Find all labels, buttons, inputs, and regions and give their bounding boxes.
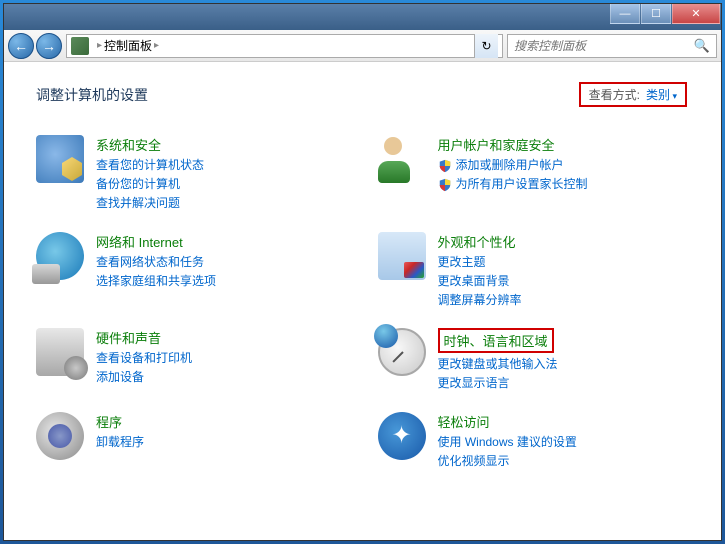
ease-access-icon[interactable] [378, 412, 426, 460]
content-area: 调整计算机的设置 查看方式: 类别 系统和安全查看您的计算机状态备份您的计算机查… [4, 62, 721, 540]
breadcrumb-root[interactable]: 控制面板 [104, 37, 152, 54]
search-box[interactable]: 🔍 [507, 34, 717, 58]
category-body: 系统和安全查看您的计算机状态备份您的计算机查找并解决问题 [96, 135, 362, 214]
category-network-internet: 网络和 Internet 查看网络状态和任务选择家庭组和共享选项 [36, 228, 362, 315]
category-link[interactable]: 更改主题 [438, 253, 704, 272]
category-title-system-security[interactable]: 系统和安全 [96, 135, 362, 154]
category-link[interactable]: 调整屏幕分辨率 [438, 291, 704, 310]
category-appearance: 外观和个性化更改主题更改桌面背景调整屏幕分辨率 [378, 228, 704, 315]
address-bar[interactable]: ▸ 控制面板 ▸ ↻ [66, 34, 503, 58]
back-button[interactable]: ← [8, 33, 34, 59]
control-panel-icon [71, 37, 89, 55]
category-link[interactable]: 使用 Windows 建议的设置 [438, 433, 704, 452]
refresh-icon: ↻ [481, 39, 491, 53]
category-hardware-sound: 硬件和声音查看设备和打印机添加设备 [36, 324, 362, 397]
network-internet-icon[interactable] [36, 232, 84, 280]
category-link[interactable]: 为所有用户设置家长控制 [438, 175, 704, 194]
category-body: 轻松访问使用 Windows 建议的设置优化视频显示 [438, 412, 704, 471]
page-title: 调整计算机的设置 [36, 85, 148, 105]
user-accounts-icon[interactable] [378, 135, 426, 183]
category-body: 用户帐户和家庭安全添加或删除用户帐户为所有用户设置家长控制 [438, 135, 704, 214]
category-title-programs[interactable]: 程序 [96, 412, 362, 431]
close-button[interactable]: ✕ [672, 4, 720, 24]
content-header: 调整计算机的设置 查看方式: 类别 [36, 82, 703, 107]
minimize-button[interactable]: — [610, 4, 640, 24]
category-user-accounts: 用户帐户和家庭安全添加或删除用户帐户为所有用户设置家长控制 [378, 131, 704, 218]
category-body: 程序卸载程序 [96, 412, 362, 471]
view-mode-selector[interactable]: 查看方式: 类别 [579, 82, 687, 107]
system-security-icon[interactable] [36, 135, 84, 183]
category-title-ease-access[interactable]: 轻松访问 [438, 412, 704, 431]
category-link[interactable]: 添加或删除用户帐户 [438, 156, 704, 175]
category-body: 时钟、语言和区域更改键盘或其他输入法更改显示语言 [438, 328, 704, 393]
category-system-security: 系统和安全查看您的计算机状态备份您的计算机查找并解决问题 [36, 131, 362, 218]
category-body: 外观和个性化更改主题更改桌面背景调整屏幕分辨率 [438, 232, 704, 311]
categories-grid: 系统和安全查看您的计算机状态备份您的计算机查找并解决问题用户帐户和家庭安全添加或… [36, 131, 703, 475]
breadcrumb-separator: ▸ [97, 40, 102, 51]
category-link[interactable]: 更改桌面背景 [438, 272, 704, 291]
category-title-clock-language[interactable]: 时钟、语言和区域 [438, 328, 554, 353]
category-link[interactable]: 查看设备和打印机 [96, 349, 362, 368]
shield-icon [438, 178, 452, 192]
category-link[interactable]: 添加设备 [96, 368, 362, 387]
category-link[interactable]: 选择家庭组和共享选项 [96, 272, 362, 291]
category-title-appearance[interactable]: 外观和个性化 [438, 232, 704, 251]
view-mode-label: 查看方式: [589, 86, 640, 103]
category-ease-access: 轻松访问使用 Windows 建议的设置优化视频显示 [378, 408, 704, 475]
category-link[interactable]: 查看您的计算机状态 [96, 156, 362, 175]
category-link[interactable]: 备份您的计算机 [96, 175, 362, 194]
shield-icon [438, 159, 452, 173]
maximize-button[interactable]: ☐ [641, 4, 671, 24]
category-title-network-internet[interactable]: 网络和 Internet [96, 232, 362, 251]
refresh-button[interactable]: ↻ [474, 34, 498, 58]
category-clock-language: 时钟、语言和区域更改键盘或其他输入法更改显示语言 [378, 324, 704, 397]
category-link[interactable]: 优化视频显示 [438, 452, 704, 471]
category-link[interactable]: 查找并解决问题 [96, 194, 362, 213]
category-title-hardware-sound[interactable]: 硬件和声音 [96, 328, 362, 347]
category-link[interactable]: 更改显示语言 [438, 374, 704, 393]
category-link[interactable]: 卸载程序 [96, 433, 362, 452]
clock-language-icon[interactable] [378, 328, 426, 376]
category-link[interactable]: 查看网络状态和任务 [96, 253, 362, 272]
appearance-icon[interactable] [378, 232, 426, 280]
titlebar: — ☐ ✕ [4, 4, 721, 30]
control-panel-window: — ☐ ✕ ← → ▸ 控制面板 ▸ ↻ 🔍 调整计算机的设置 查看方式: 类别 [3, 3, 722, 541]
category-body: 网络和 Internet 查看网络状态和任务选择家庭组和共享选项 [96, 232, 362, 311]
search-input[interactable] [514, 39, 694, 53]
nav-toolbar: ← → ▸ 控制面板 ▸ ↻ 🔍 [4, 30, 721, 62]
programs-icon[interactable] [36, 412, 84, 460]
category-link[interactable]: 更改键盘或其他输入法 [438, 355, 704, 374]
search-icon[interactable]: 🔍 [694, 38, 710, 54]
forward-button[interactable]: → [36, 33, 62, 59]
breadcrumb-separator: ▸ [154, 40, 159, 51]
category-programs: 程序卸载程序 [36, 408, 362, 475]
view-mode-value[interactable]: 类别 [646, 86, 677, 103]
category-body: 硬件和声音查看设备和打印机添加设备 [96, 328, 362, 393]
category-title-user-accounts[interactable]: 用户帐户和家庭安全 [438, 135, 704, 154]
hardware-sound-icon[interactable] [36, 328, 84, 376]
